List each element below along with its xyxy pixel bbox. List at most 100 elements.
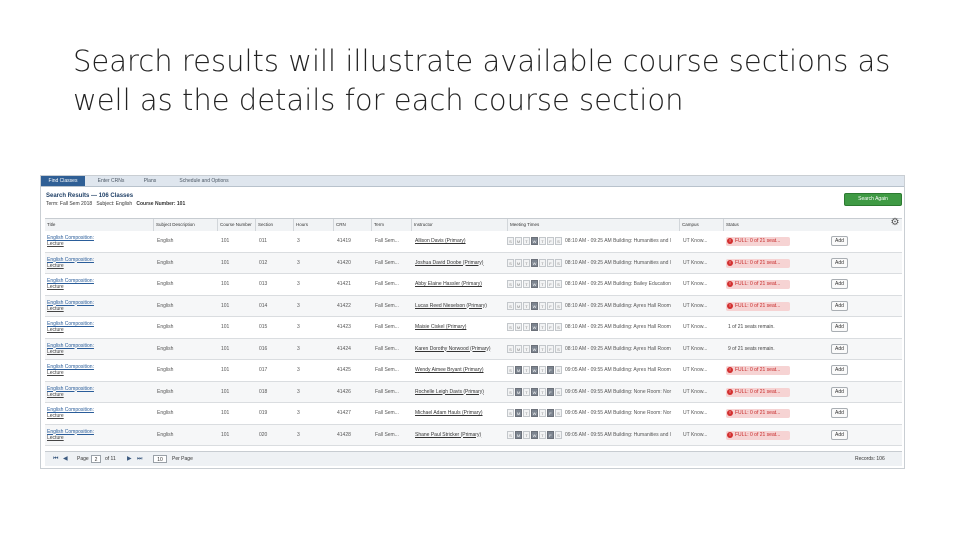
add-button[interactable]: Add	[831, 365, 848, 375]
next-page-icon[interactable]: ▶	[127, 452, 132, 466]
meeting-day-box: S	[507, 237, 514, 245]
meeting-day-box: S	[555, 344, 562, 353]
search-again-button[interactable]: Search Again	[844, 193, 902, 206]
column-title[interactable]: Title	[45, 219, 151, 231]
term-cell: Fall Sem...	[375, 431, 399, 438]
tab-plans[interactable]: Plans	[137, 176, 163, 186]
term-cell: Fall Sem...	[375, 302, 399, 309]
add-button[interactable]: Add	[831, 343, 848, 354]
last-page-icon[interactable]: ⏭	[137, 452, 142, 466]
add-button[interactable]: Add	[831, 429, 848, 440]
section-cell: 013	[259, 281, 268, 287]
meeting-day-box: S	[555, 409, 562, 417]
campus-cell: UT Know...	[683, 324, 708, 330]
subject-cell: English	[157, 345, 174, 352]
meeting-day-box: F	[547, 344, 554, 353]
hours-cell: 3	[297, 238, 300, 244]
gear-icon[interactable]: ⚙	[890, 218, 900, 228]
meeting-day-box: M	[515, 344, 522, 353]
instructor-link[interactable]: Allison Davis (Primary)	[415, 231, 505, 252]
column-term[interactable]: Term	[371, 219, 411, 231]
tab-enter-crns[interactable]: Enter CRNs	[89, 176, 133, 186]
hours-cell: 3	[297, 302, 300, 309]
table-row[interactable]: English Composition: Lecture English 101 013…	[45, 274, 902, 296]
table-row[interactable]: English Composition: Lecture English 101 017…	[45, 360, 902, 382]
meeting-day-box: S	[507, 258, 514, 267]
add-button[interactable]: Add	[831, 279, 848, 289]
per-page-select[interactable]: 10	[153, 455, 167, 463]
registration-screenshot: Find Classes Enter CRNs Plans Schedule a…	[40, 175, 905, 469]
table-row[interactable]: English Composition: Lecture English 101 019…	[45, 403, 902, 425]
meeting-day-box: F	[547, 280, 554, 288]
table-row[interactable]: English Composition: Lecture English 101 012…	[45, 252, 902, 274]
column-hours[interactable]: Hours	[293, 219, 333, 231]
instructor-link[interactable]: Joshua David Doobe (Primary)	[415, 253, 505, 274]
add-button[interactable]: Add	[831, 236, 848, 246]
meeting-time-cell: 08:10 AM - 09:25 AM Building: Ayres Hall…	[565, 302, 671, 309]
table-row[interactable]: English Composition: Lecture English 101 020…	[45, 424, 902, 450]
warning-icon: !	[727, 281, 733, 287]
subject-cell: English	[157, 410, 174, 416]
column-subject[interactable]: Subject Description	[153, 219, 217, 231]
instructor-link[interactable]: Maisie Ciskel (Primary)	[415, 317, 505, 338]
hours-cell: 3	[297, 281, 300, 287]
meeting-day-box: W	[531, 237, 538, 245]
course-number-cell: 101	[221, 302, 230, 309]
meeting-time-cell: 09:05 AM - 09:55 AM Building: Ayres Hall…	[565, 367, 671, 373]
instructor-link[interactable]: Shane Paul Stricker (Primary)	[415, 425, 505, 446]
column-instructor[interactable]: Instructor	[411, 219, 507, 231]
table-row[interactable]: English Composition: Lecture English 101 014…	[45, 295, 902, 317]
results-table-header: Title Subject Description Course Number …	[45, 218, 902, 232]
first-page-icon[interactable]: ⏮	[53, 452, 58, 466]
status-badge: ! FULL: 0 of 21 seat...	[726, 409, 790, 418]
instructor-link[interactable]: Michael Adam Hauls (Primary)	[415, 403, 505, 424]
status-text: FULL: 0 of 21 seat...	[735, 388, 781, 395]
campus-cell: UT Know...	[683, 388, 708, 395]
add-button[interactable]: Add	[831, 322, 848, 332]
status-text: FULL: 0 of 21 seat...	[735, 367, 781, 373]
table-row[interactable]: English Composition: Lecture English 101 011…	[45, 231, 902, 253]
add-button[interactable]: Add	[831, 408, 848, 418]
column-crn[interactable]: CRN	[333, 219, 371, 231]
meeting-day-box: S	[555, 323, 562, 331]
section-cell: 020	[259, 431, 268, 438]
course-title-link[interactable]: English Composition: Lecture	[47, 425, 151, 450]
instructor-link[interactable]: Abby Elaine Hassler (Primary)	[415, 274, 505, 295]
tab-schedule-options[interactable]: Schedule and Options	[169, 176, 239, 186]
tab-find-classes[interactable]: Find Classes	[41, 176, 85, 186]
instructor-link[interactable]: Rochelle Leigh Davis (Primary)	[415, 382, 505, 403]
meeting-day-box: S	[507, 344, 514, 353]
meeting-day-box: T	[523, 409, 530, 417]
crn-cell: 41427	[337, 410, 351, 416]
column-meeting-times[interactable]: Meeting Times	[507, 219, 679, 231]
column-section[interactable]: Section	[255, 219, 293, 231]
meeting-time-cell: 08:10 AM - 09:25 AM Building: Ayres Hall…	[565, 345, 671, 352]
meeting-day-box: F	[547, 301, 554, 310]
meeting-day-box: T	[539, 430, 546, 439]
meeting-day-box: W	[531, 301, 538, 310]
page-number-input[interactable]: 2	[91, 455, 101, 463]
meeting-day-box: S	[555, 237, 562, 245]
campus-cell: UT Know...	[683, 367, 708, 373]
subject-cell: English	[157, 302, 174, 309]
add-button[interactable]: Add	[831, 300, 848, 311]
course-number-cell: 101	[221, 345, 230, 352]
meeting-day-box: F	[547, 366, 554, 374]
prev-page-icon[interactable]: ◀	[63, 452, 68, 466]
hours-cell: 3	[297, 410, 300, 416]
column-status[interactable]: Status	[723, 219, 833, 231]
meeting-day-box: T	[523, 387, 530, 396]
instructor-link[interactable]: Karen Dorothy Norwood (Primary)	[415, 339, 505, 360]
table-row[interactable]: English Composition: Lecture English 101 018…	[45, 381, 902, 403]
table-row[interactable]: English Composition: Lecture English 101 016…	[45, 338, 902, 360]
column-course-number[interactable]: Course Number	[217, 219, 255, 231]
add-button[interactable]: Add	[831, 257, 848, 268]
meeting-day-box: S	[507, 323, 514, 331]
term-cell: Fall Sem...	[375, 238, 399, 244]
table-row[interactable]: English Composition: Lecture English 101 015…	[45, 317, 902, 339]
instructor-link[interactable]: Lucas Reed Nieselson (Primary)	[415, 296, 505, 317]
column-campus[interactable]: Campus	[679, 219, 723, 231]
add-button[interactable]: Add	[831, 386, 848, 397]
course-schedule-type: Lecture	[47, 391, 64, 398]
instructor-link[interactable]: Wendy Aimee Bryant (Primary)	[415, 360, 505, 381]
